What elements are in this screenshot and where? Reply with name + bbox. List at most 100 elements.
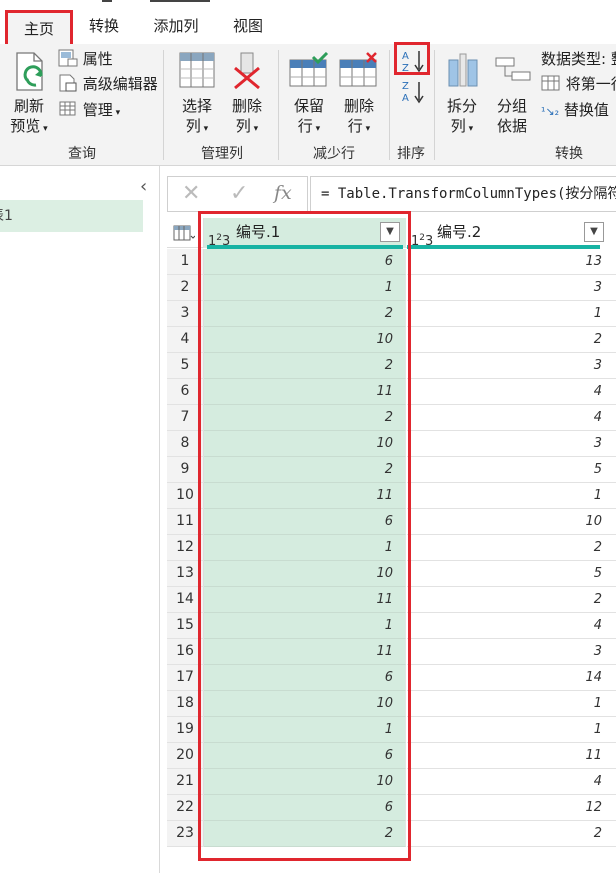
row-number[interactable]: 20 [167, 743, 204, 769]
cell-col-1[interactable]: 10 [204, 691, 406, 717]
row-number[interactable]: 8 [167, 431, 204, 457]
tab-add-column[interactable]: 添加列 [146, 14, 206, 38]
cell-col-1[interactable]: 2 [204, 457, 406, 483]
filter-dropdown-icon[interactable]: ▼ [380, 222, 400, 242]
row-number[interactable]: 22 [167, 795, 204, 821]
cell-col-2[interactable]: 1 [407, 717, 616, 743]
keep-rows-button[interactable]: 保留 行 ▾ [286, 50, 332, 135]
collapse-pane-chevron-icon[interactable]: ‹ [140, 176, 147, 197]
row-number[interactable]: 17 [167, 665, 204, 691]
cell-col-1[interactable]: 6 [204, 665, 406, 691]
cell-col-1[interactable]: 6 [204, 509, 406, 535]
cell-col-2[interactable]: 4 [407, 613, 616, 639]
manage-button[interactable]: 管理 ▾ [58, 100, 120, 123]
cell-col-2[interactable]: 1 [407, 691, 616, 717]
cell-col-1[interactable]: 2 [204, 405, 406, 431]
row-number[interactable]: 10 [167, 483, 204, 509]
remove-rows-button[interactable]: 删除 行 ▾ [336, 50, 382, 135]
table-menu-button[interactable] [167, 218, 204, 248]
column-header-2[interactable]: 123 编号.2 ▼ [407, 218, 616, 249]
cell-col-2[interactable]: 11 [407, 743, 616, 769]
tab-transform[interactable]: 转换 [80, 14, 128, 38]
row-number[interactable]: 21 [167, 769, 204, 795]
row-number[interactable]: 7 [167, 405, 204, 431]
cell-col-2[interactable]: 1 [407, 483, 616, 509]
cell-col-2[interactable]: 2 [407, 327, 616, 353]
row-number[interactable]: 15 [167, 613, 204, 639]
cell-col-1[interactable]: 2 [204, 821, 406, 847]
split-column-button[interactable]: 拆分 列 ▾ [440, 50, 484, 135]
cell-col-1[interactable]: 11 [204, 379, 406, 405]
row-number[interactable]: 23 [167, 821, 204, 847]
cell-col-1[interactable]: 10 [204, 431, 406, 457]
row-number[interactable]: 19 [167, 717, 204, 743]
row-number[interactable]: 9 [167, 457, 204, 483]
group-by-button[interactable]: 分组 依据 [490, 50, 534, 135]
cell-col-1[interactable]: 2 [204, 353, 406, 379]
cell-col-2[interactable]: 2 [407, 587, 616, 613]
cell-col-1[interactable]: 2 [204, 301, 406, 327]
cell-col-2[interactable]: 1 [407, 301, 616, 327]
remove-columns-button[interactable]: 删除 列 ▾ [224, 50, 270, 135]
row-number[interactable]: 16 [167, 639, 204, 665]
cell-col-2[interactable]: 2 [407, 821, 616, 847]
cell-col-2[interactable]: 4 [407, 405, 616, 431]
cell-col-2[interactable]: 4 [407, 769, 616, 795]
formula-input[interactable]: = Table.TransformColumnTypes(按分隔符 [310, 176, 616, 212]
data-type-dropdown[interactable]: 数据类型: 整 [541, 49, 616, 69]
cell-col-2[interactable]: 13 [407, 249, 616, 275]
cell-col-1[interactable]: 1 [204, 535, 406, 561]
cell-col-2[interactable]: 3 [407, 353, 616, 379]
row-number[interactable]: 18 [167, 691, 204, 717]
row-number[interactable]: 3 [167, 301, 204, 327]
cell-col-1[interactable]: 1 [204, 717, 406, 743]
cell-col-2[interactable]: 12 [407, 795, 616, 821]
table-row: 14 11 2 [167, 587, 616, 613]
tab-home[interactable]: 主页 [5, 10, 73, 48]
advanced-editor-button[interactable]: 高级编辑器 [58, 74, 158, 94]
cell-col-1[interactable]: 10 [204, 769, 406, 795]
row-number[interactable]: 13 [167, 561, 204, 587]
row-number[interactable]: 14 [167, 587, 204, 613]
cell-col-2[interactable]: 3 [407, 275, 616, 301]
cancel-formula-icon[interactable]: ✕ [182, 181, 200, 206]
properties-button[interactable]: 属性 [58, 49, 113, 69]
cell-col-2[interactable]: 14 [407, 665, 616, 691]
row-number[interactable]: 5 [167, 353, 204, 379]
cell-col-1[interactable]: 11 [204, 587, 406, 613]
cell-col-2[interactable]: 3 [407, 431, 616, 457]
choose-columns-button[interactable]: 选择 列 ▾ [172, 50, 222, 135]
fx-icon[interactable]: fx [274, 182, 292, 204]
cell-col-2[interactable]: 4 [407, 379, 616, 405]
row-number[interactable]: 6 [167, 379, 204, 405]
split-col-label: 列 ▾ [450, 117, 474, 135]
commit-formula-icon[interactable]: ✓ [230, 181, 248, 206]
column-header-1[interactable]: 123 编号.1 ▼ [204, 218, 406, 249]
row-number[interactable]: 4 [167, 327, 204, 353]
cell-col-2[interactable]: 5 [407, 457, 616, 483]
refresh-preview-button[interactable]: 刷新 预览 ▾ [6, 50, 52, 135]
row-number[interactable]: 2 [167, 275, 204, 301]
cell-col-1[interactable]: 1 [204, 275, 406, 301]
cell-col-1[interactable]: 1 [204, 613, 406, 639]
filter-dropdown-icon[interactable]: ▼ [584, 222, 604, 242]
row-number[interactable]: 11 [167, 509, 204, 535]
tab-view[interactable]: 视图 [224, 14, 272, 38]
cell-col-2[interactable]: 10 [407, 509, 616, 535]
use-first-row-as-headers-button[interactable]: 将第一行 [541, 74, 616, 94]
cell-col-1[interactable]: 11 [204, 483, 406, 509]
cell-col-2[interactable]: 2 [407, 535, 616, 561]
sort-descending-button[interactable]: Z A [399, 78, 427, 106]
query-list-item[interactable]: 表1 [0, 200, 143, 232]
cell-col-1[interactable]: 6 [204, 743, 406, 769]
cell-col-1[interactable]: 11 [204, 639, 406, 665]
cell-col-1[interactable]: 6 [204, 795, 406, 821]
row-number[interactable]: 1 [167, 249, 204, 275]
cell-col-1[interactable]: 10 [204, 327, 406, 353]
cell-col-2[interactable]: 3 [407, 639, 616, 665]
cell-col-2[interactable]: 5 [407, 561, 616, 587]
row-number[interactable]: 12 [167, 535, 204, 561]
cell-col-1[interactable]: 6 [204, 249, 406, 275]
replace-values-button[interactable]: ¹↘₂ 替换值 [541, 100, 609, 122]
cell-col-1[interactable]: 10 [204, 561, 406, 587]
